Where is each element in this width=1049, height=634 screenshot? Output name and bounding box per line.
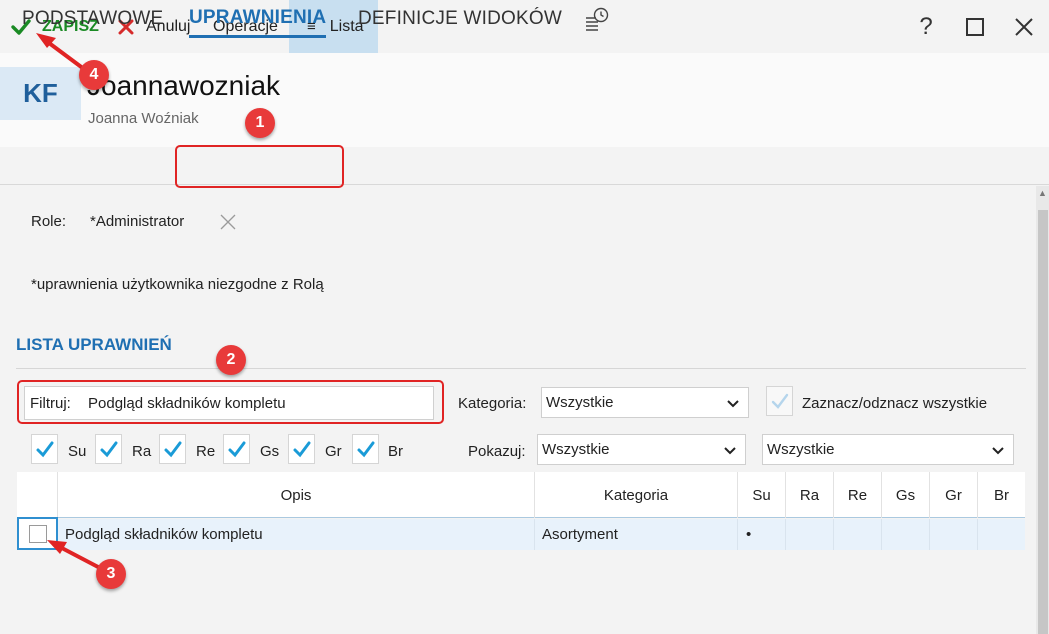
arrow-3 (47, 540, 102, 570)
annotation-badge-3: 3 (96, 559, 126, 589)
arrow-4 (36, 33, 90, 74)
annotation-arrows (36, 33, 102, 570)
annotation-badge-2: 2 (216, 345, 246, 375)
annotation-badge-1: 1 (245, 108, 275, 138)
annotation-badge-4: 4 (79, 60, 109, 90)
